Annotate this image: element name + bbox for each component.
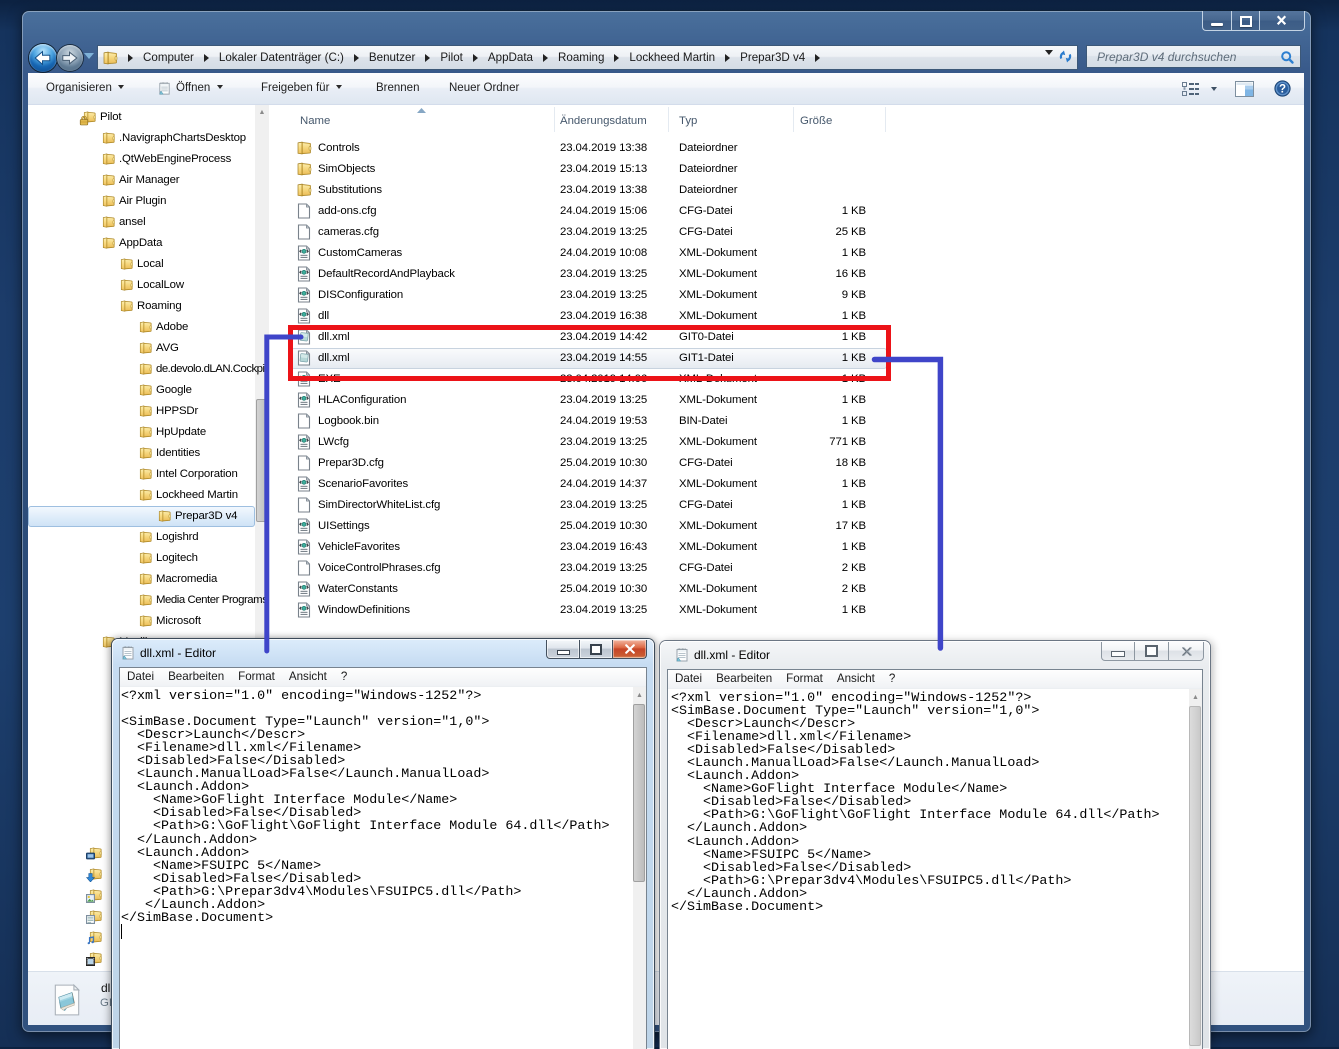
svg-text:?: ? [1279, 84, 1286, 96]
